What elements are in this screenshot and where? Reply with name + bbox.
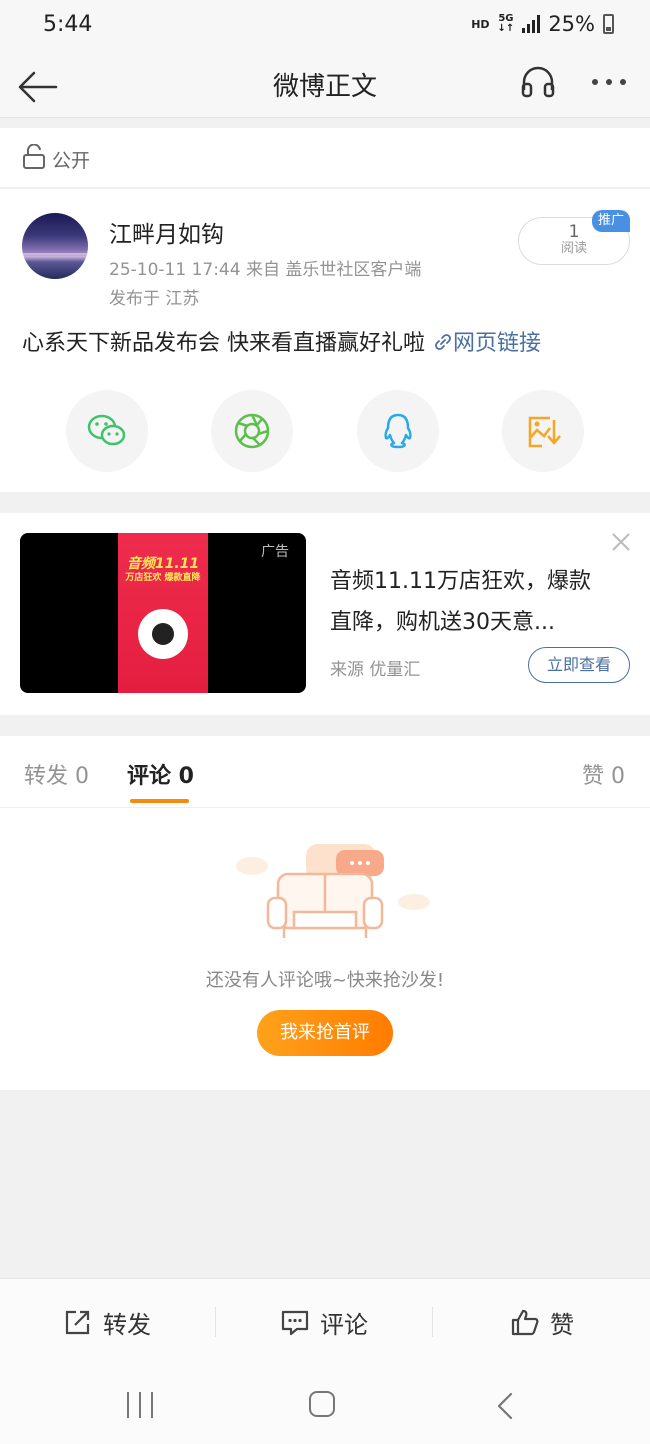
- network-indicator: 5G ↓↑: [497, 13, 515, 34]
- home-icon[interactable]: [309, 1391, 335, 1417]
- ad-poster-title: 音频11.11: [126, 556, 200, 572]
- sofa-illustration: [236, 844, 430, 938]
- first-comment-button[interactable]: 我来抢首评: [257, 1010, 393, 1056]
- share-wechat-button[interactable]: [66, 390, 148, 472]
- share-moments-button[interactable]: [211, 390, 293, 472]
- tab-like[interactable]: 赞 0: [582, 758, 625, 790]
- comments-section: 转发 0 评论 0 赞 0 还没有人评论哦~快来抢沙发! 我来抢首评: [0, 736, 650, 1090]
- moments-icon: [234, 413, 270, 449]
- tab-comment[interactable]: 评论 0: [127, 758, 194, 790]
- ad-tag: 广告: [261, 544, 289, 560]
- hd-indicator: HD: [471, 17, 490, 31]
- status-time: 5:44: [43, 12, 93, 37]
- post-card: 江畔月如钩 25-10-11 17:44 来自 盖乐世社区客户端 发布于 江苏 …: [0, 189, 650, 492]
- read-label: 阅读: [560, 241, 587, 256]
- like-label: 赞: [550, 1310, 574, 1339]
- privacy-label: 公开: [52, 150, 91, 172]
- battery-percent: 25%: [548, 12, 595, 36]
- share-row: [0, 390, 650, 472]
- qq-icon: [384, 413, 412, 449]
- comment-label: 评论: [320, 1310, 368, 1339]
- headphone-product-image: [138, 609, 188, 659]
- like-button[interactable]: 赞: [510, 1279, 574, 1365]
- ad-view-button[interactable]: 立即查看: [528, 647, 630, 683]
- post-text: 心系天下新品发布会 快来看直播赢好礼啦 网页链接: [22, 325, 541, 357]
- tab-repost[interactable]: 转发 0: [24, 758, 89, 790]
- comment-icon: [281, 1310, 309, 1336]
- post-meta: 25-10-11 17:44 来自 盖乐世社区客户端: [109, 260, 422, 280]
- ad-source: 来源 优量汇: [330, 660, 421, 680]
- web-link[interactable]: 网页链接: [433, 331, 541, 356]
- battery-icon: [603, 14, 614, 34]
- status-indicators: HD 5G ↓↑ 25%: [471, 12, 614, 36]
- bottom-action-bar: 转发 评论 赞: [0, 1278, 650, 1364]
- signal-icon: [522, 15, 541, 33]
- share-qq-button[interactable]: [357, 390, 439, 472]
- ad-title[interactable]: 音频11.11万店狂欢，爆款直降，购机送30天意...: [330, 561, 610, 643]
- recent-apps-icon[interactable]: [127, 1392, 153, 1418]
- promo-badge[interactable]: 推广: [592, 210, 630, 232]
- save-image-button[interactable]: [502, 390, 584, 472]
- ad-poster: 音频11.11 万店狂欢 爆款直降: [118, 533, 208, 693]
- privacy-row: 公开: [0, 128, 650, 188]
- divider: [215, 1307, 216, 1337]
- save-image-icon: [528, 416, 561, 448]
- comment-button[interactable]: 评论: [280, 1279, 368, 1365]
- avatar[interactable]: [22, 213, 88, 279]
- ad-image[interactable]: 音频11.11 万店狂欢 爆款直降 广告: [20, 533, 306, 693]
- ad-card[interactable]: 音频11.11 万店狂欢 爆款直降 广告 音频11.11万店狂欢，爆款直降，购机…: [0, 513, 650, 715]
- system-nav-bar: [0, 1364, 650, 1444]
- thumbs-up-icon: [511, 1309, 539, 1336]
- author-name[interactable]: 江畔月如钩: [109, 215, 224, 249]
- repost-icon: [65, 1310, 90, 1335]
- active-tab-indicator: [130, 799, 189, 803]
- close-icon[interactable]: [610, 531, 632, 553]
- unlock-icon: [23, 144, 45, 169]
- more-icon[interactable]: [592, 79, 626, 85]
- repost-button[interactable]: 转发: [63, 1279, 151, 1365]
- link-icon: [435, 334, 451, 350]
- repost-label: 转发: [103, 1310, 151, 1339]
- post-body: 心系天下新品发布会 快来看直播赢好礼啦: [22, 331, 425, 356]
- divider: [0, 807, 650, 808]
- wechat-icon: [87, 414, 126, 446]
- status-bar: 5:44 HD 5G ↓↑ 25%: [0, 0, 650, 54]
- top-nav-bar: 微博正文: [0, 54, 650, 118]
- empty-comments-text: 还没有人评论哦~快来抢沙发!: [205, 970, 445, 991]
- ad-poster-subtitle: 万店狂欢 爆款直降: [125, 573, 201, 583]
- back-icon[interactable]: [494, 1391, 516, 1421]
- post-location: 发布于 江苏: [109, 289, 200, 309]
- divider: [432, 1307, 433, 1337]
- headphone-icon[interactable]: [518, 62, 558, 102]
